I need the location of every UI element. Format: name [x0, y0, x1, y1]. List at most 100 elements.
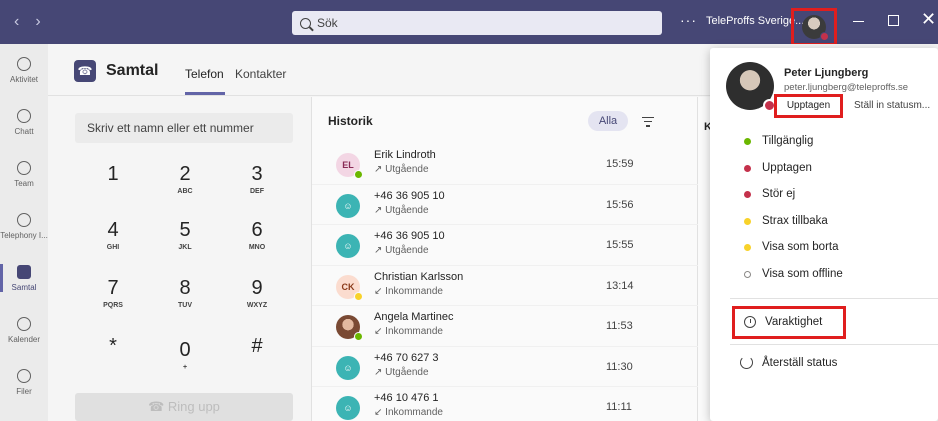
history-row[interactable]: CK Christian Karlsson ↙ Inkommande 13:14 — [312, 266, 698, 306]
dial-key-8[interactable]: 8 TUV — [160, 277, 210, 309]
set-status-message-link[interactable]: Ställ in statusm... — [854, 100, 930, 111]
tab-contacts[interactable]: Kontakter — [235, 67, 286, 81]
rail-item-calendar[interactable]: Kalender — [0, 304, 48, 356]
profile-email: peter.ljungberg@teleproffs.se — [784, 82, 909, 93]
outgoing-call-icon: ↗ — [374, 204, 386, 216]
dial-key-4[interactable]: 4 GHI — [88, 219, 138, 251]
avatar — [336, 315, 363, 341]
status-dnd-icon — [744, 191, 751, 198]
minimize-icon[interactable] — [853, 21, 864, 22]
status-offline[interactable]: Visa som offline — [730, 261, 938, 288]
dial-key-9[interactable]: 9 WXYZ — [232, 277, 282, 309]
phone-icon: ☎ — [148, 399, 168, 414]
telephony-icon — [17, 212, 31, 227]
search-icon — [300, 17, 311, 29]
filter-all-button[interactable]: Alla — [588, 111, 628, 131]
profile-avatar-button[interactable] — [791, 8, 837, 46]
title-bar: ‹ › Sök ··· TeleProffs Sverige... ✕ — [0, 0, 938, 46]
status-brb[interactable]: Strax tillbaka — [730, 208, 938, 235]
dial-key-6[interactable]: 6 MNO — [232, 219, 282, 251]
nav-arrows: ‹ › — [0, 13, 70, 31]
history-row[interactable]: Angela Martinec ↙ Inkommande 11:53 — [312, 306, 698, 347]
filter-icon[interactable] — [642, 117, 654, 130]
history-row[interactable]: ☺ +46 36 905 10 ↗ Utgående 15:55 — [312, 225, 698, 266]
search-input[interactable]: Sök — [292, 11, 662, 35]
tab-phone[interactable]: Telefon — [185, 67, 224, 81]
active-tab-indicator — [185, 92, 225, 95]
call-history: Historik Alla EL Erik Lindroth ↗ Utgåend… — [312, 97, 698, 421]
dial-key-star[interactable]: * — [88, 335, 138, 360]
status-button[interactable]: Upptagen — [774, 94, 843, 118]
close-icon[interactable]: ✕ — [921, 9, 936, 30]
teams-icon — [17, 160, 31, 175]
person-icon: ☺ — [336, 193, 360, 218]
more-options-icon[interactable]: ··· — [680, 12, 697, 28]
outgoing-call-icon: ↗ — [374, 245, 386, 256]
dial-key-7[interactable]: 7 PQRS — [88, 277, 138, 309]
presence-busy-icon — [820, 32, 829, 41]
phone-icon: ☎ — [74, 60, 96, 82]
dial-key-5[interactable]: 5 JKL — [160, 219, 210, 251]
profile-name: Peter Ljungberg — [784, 67, 869, 79]
search-placeholder: Sök — [317, 16, 338, 30]
rail-item-calls[interactable]: Samtal — [0, 252, 48, 304]
avatar — [726, 62, 776, 112]
person-icon: ☺ — [336, 234, 360, 258]
presence-away-icon — [354, 291, 363, 301]
history-row[interactable]: ☺ +46 10 476 1 ↙ Inkommande 11:11 — [312, 387, 698, 421]
divider — [730, 298, 938, 299]
avatar: EL — [336, 153, 363, 179]
history-row[interactable]: ☺ +46 36 905 10 ↗ Utgående 15:56 — [312, 185, 698, 225]
dial-key-2[interactable]: 2 ABC — [160, 163, 210, 195]
forward-arrow-icon[interactable]: › — [35, 13, 40, 31]
page-title: Samtal — [106, 62, 159, 79]
history-row[interactable]: ☺ +46 70 627 3 ↗ Utgående 11:30 — [312, 347, 698, 387]
status-menu: Tillgänglig Upptagen Stör ej Strax tillb… — [730, 128, 938, 287]
bell-icon — [17, 56, 31, 71]
dial-key-0[interactable]: 0 + — [160, 339, 210, 371]
status-brb-icon — [744, 217, 751, 225]
outgoing-call-icon: ↗ — [374, 164, 386, 175]
history-title: Historik — [328, 114, 373, 128]
phone-icon — [17, 264, 31, 279]
call-button[interactable]: ☎ Ring upp — [75, 393, 293, 421]
avatar — [802, 15, 829, 41]
status-dnd[interactable]: Stör ej — [730, 181, 938, 208]
dial-input[interactable]: Skriv ett namn eller ett nummer — [75, 113, 293, 143]
duration-button[interactable]: Varaktighet — [732, 306, 846, 339]
dial-key-3[interactable]: 3 DEF — [232, 163, 282, 195]
file-icon — [17, 368, 31, 383]
rail-item-activity[interactable]: Aktivitet — [0, 44, 48, 96]
incoming-call-icon: ↙ — [374, 407, 386, 418]
dial-key-1[interactable]: 1 — [88, 163, 138, 188]
rail-item-chat[interactable]: Chatt — [0, 96, 48, 148]
person-icon: ☺ — [336, 396, 360, 420]
clock-icon — [744, 316, 756, 328]
person-icon: ☺ — [336, 355, 360, 380]
status-busy[interactable]: Upptagen — [730, 155, 938, 182]
rail-item-telephony[interactable]: Telephony I... — [0, 200, 48, 252]
app-rail: Aktivitet Chatt Team Telephony I... Samt… — [0, 44, 48, 421]
incoming-call-icon: ↙ — [374, 326, 386, 337]
history-row[interactable]: EL Erik Lindroth ↗ Utgående 15:59 — [312, 144, 698, 185]
rail-item-files[interactable]: Filer — [0, 356, 48, 408]
maximize-icon[interactable] — [888, 15, 899, 26]
incoming-call-icon: ↙ — [374, 285, 386, 297]
outgoing-call-icon: ↗ — [374, 366, 386, 378]
presence-available-icon — [354, 170, 363, 179]
reset-status-button[interactable]: Återställ status — [732, 353, 837, 373]
status-busy-icon — [744, 164, 751, 172]
status-available[interactable]: Tillgänglig — [730, 128, 938, 155]
rail-item-teams[interactable]: Team — [0, 148, 48, 200]
dial-key-hash[interactable]: # — [232, 335, 282, 360]
avatar: CK — [336, 274, 363, 301]
org-switcher[interactable]: TeleProffs Sverige... — [706, 15, 804, 27]
status-away[interactable]: Visa som borta — [730, 234, 938, 261]
divider — [730, 344, 938, 345]
dialpad: Skriv ett namn eller ett nummer 1 2 ABC 3… — [48, 97, 312, 421]
back-arrow-icon[interactable]: ‹ — [14, 13, 19, 31]
calendar-icon — [17, 316, 31, 331]
history-list: EL Erik Lindroth ↗ Utgående 15:59 ☺ +46 … — [312, 144, 698, 421]
profile-flyout: Peter Ljungberg peter.ljungberg@teleprof… — [710, 48, 938, 421]
status-available-icon — [744, 138, 751, 145]
